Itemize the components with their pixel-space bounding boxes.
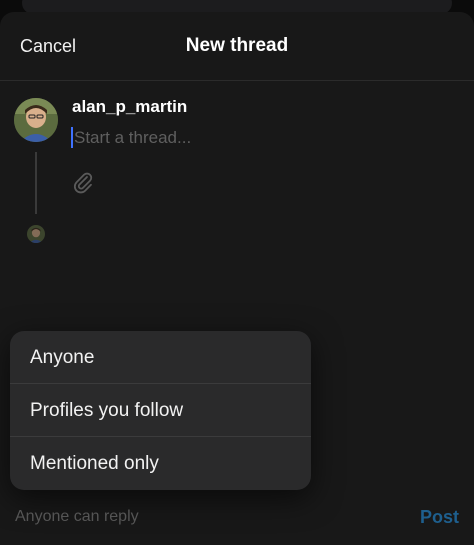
reply-setting-button[interactable]: Anyone can reply [15, 508, 139, 526]
screen: Cancel New thread alan_p_martin Anyone [0, 0, 474, 545]
user-avatar[interactable] [14, 98, 58, 142]
sheet-header: Cancel New thread [0, 12, 474, 81]
page-title: New thread [185, 35, 289, 56]
reply-avatar-photo [27, 225, 45, 243]
reply-avatar [27, 225, 45, 243]
menu-item-anyone[interactable]: Anyone [10, 331, 311, 384]
reply-permission-menu: Anyone Profiles you follow Mentioned onl… [10, 331, 311, 490]
menu-item-mentioned-only[interactable]: Mentioned only [10, 437, 311, 490]
avatar-photo [14, 98, 58, 142]
username: alan_p_martin [72, 97, 188, 116]
paperclip-icon[interactable] [70, 170, 96, 196]
thread-line [35, 152, 37, 214]
thread-text-input[interactable] [70, 126, 450, 150]
menu-item-profiles-you-follow[interactable]: Profiles you follow [10, 384, 311, 437]
text-caret [71, 127, 73, 148]
post-button[interactable]: Post [420, 507, 459, 528]
